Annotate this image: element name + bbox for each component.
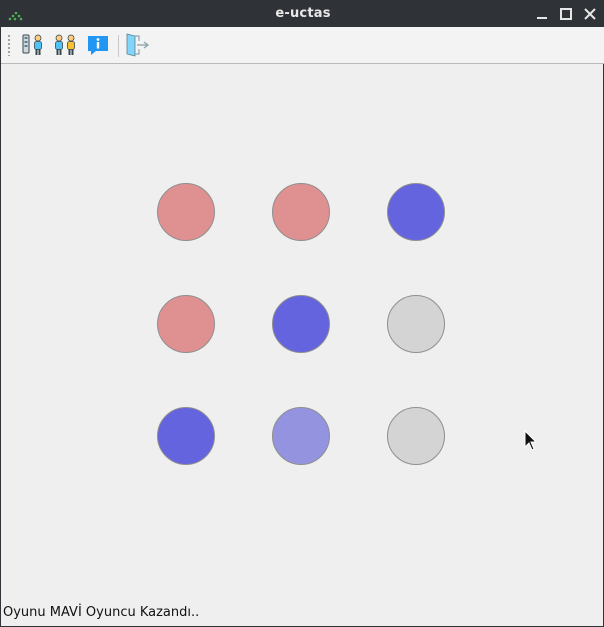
board-cell-2-1[interactable] — [157, 295, 215, 353]
two-players-icon — [55, 34, 75, 55]
minimize-icon — [537, 17, 547, 19]
player-vs-computer-icon — [22, 34, 42, 55]
minimize-button[interactable] — [533, 5, 551, 23]
close-button[interactable] — [581, 5, 599, 23]
app-window: e-uctas Oyunu MAVİ Oyuncu Kazandı.. — [0, 0, 604, 627]
toolbar-grip[interactable] — [7, 34, 11, 56]
player-vs-computer-button[interactable] — [19, 31, 47, 59]
info-icon — [88, 36, 108, 55]
info-button[interactable] — [84, 31, 112, 59]
status-bar-text: Oyunu MAVİ Oyuncu Kazandı.. — [3, 605, 200, 620]
toolbar — [1, 27, 604, 64]
exit-icon — [126, 33, 150, 57]
board-cell-2-3[interactable] — [387, 295, 445, 353]
close-icon — [584, 8, 596, 20]
board-cell-1-1[interactable] — [157, 183, 215, 241]
mouse-cursor-icon — [524, 430, 538, 451]
toolbar-separator — [118, 35, 119, 57]
board-cell-1-3[interactable] — [387, 183, 445, 241]
board-cell-1-2[interactable] — [272, 183, 330, 241]
title-bar[interactable]: e-uctas — [1, 1, 604, 27]
board-cell-3-1[interactable] — [157, 407, 215, 465]
game-board — [1, 64, 604, 604]
maximize-button[interactable] — [557, 5, 575, 23]
window-title: e-uctas — [275, 6, 331, 21]
exit-button[interactable] — [124, 31, 152, 59]
board-cell-3-2[interactable] — [272, 407, 330, 465]
maximize-icon — [560, 8, 572, 20]
two-players-button[interactable] — [51, 31, 79, 59]
board-cell-3-3[interactable] — [387, 407, 445, 465]
board-cell-2-2[interactable] — [272, 295, 330, 353]
